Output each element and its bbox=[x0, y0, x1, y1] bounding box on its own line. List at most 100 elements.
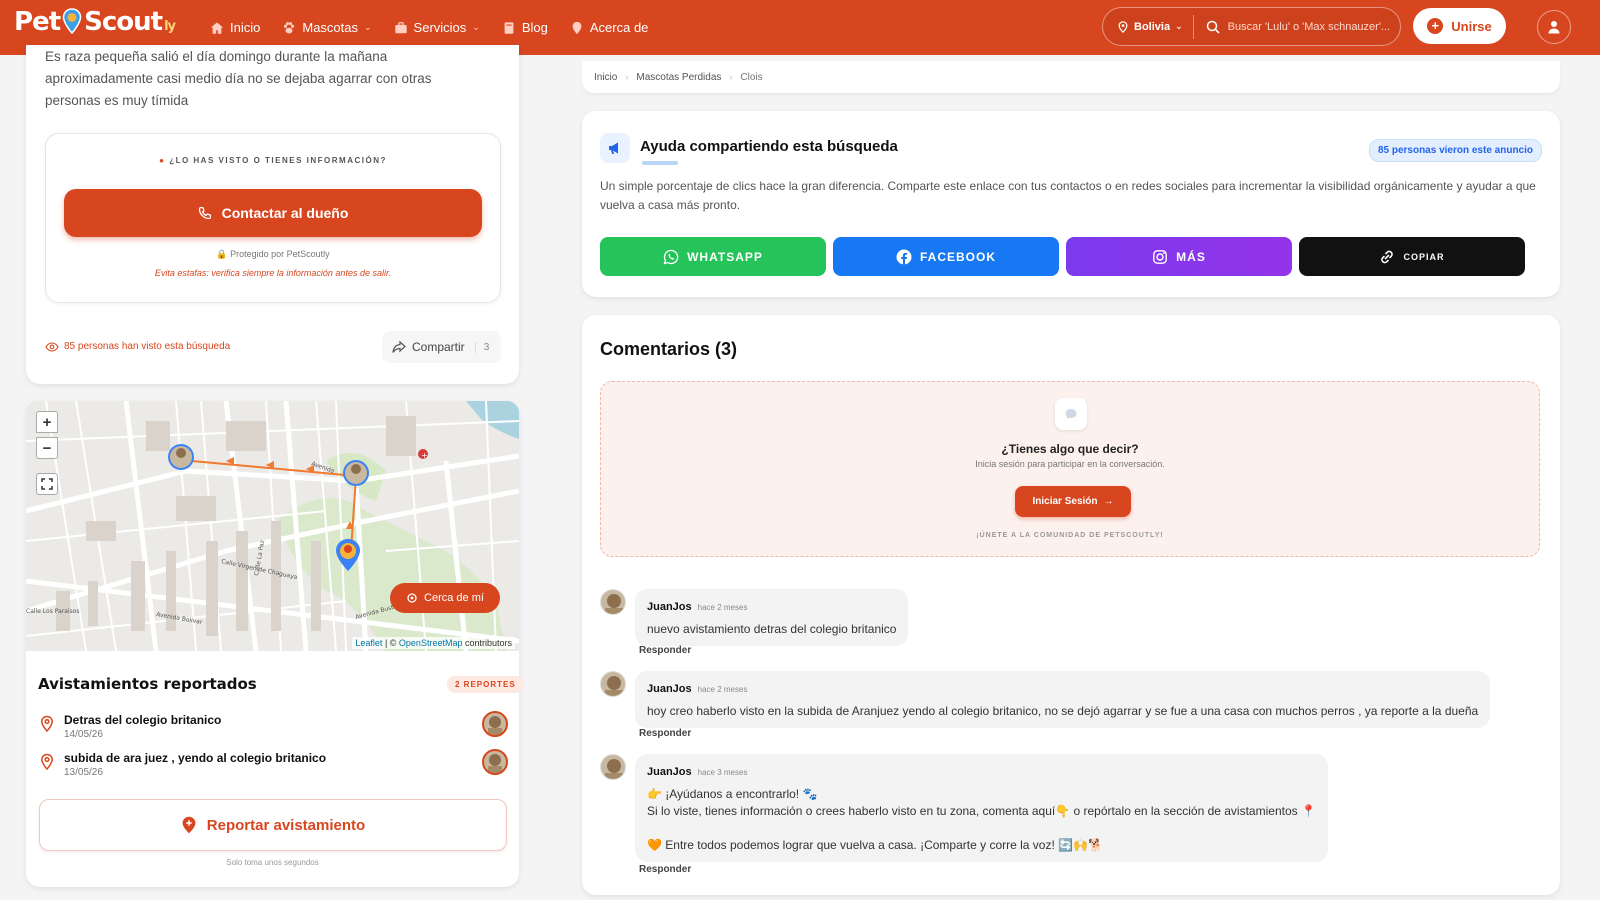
pet-description: Es raza pequeña salió el día domingo dur… bbox=[45, 49, 432, 108]
leaflet-link[interactable]: Leaflet bbox=[355, 638, 382, 648]
logo-text-scout: Scout bbox=[84, 7, 163, 37]
svg-text:+: + bbox=[421, 451, 428, 460]
link-icon bbox=[1381, 250, 1394, 263]
lock-icon: 🔒 bbox=[216, 249, 228, 259]
zoom-in-button[interactable]: + bbox=[36, 411, 58, 433]
sighting-photo[interactable] bbox=[482, 711, 508, 737]
comment-author[interactable]: JuanJos bbox=[647, 766, 692, 778]
location-selector[interactable]: Bolivia ⌄ bbox=[1103, 14, 1194, 39]
sighting-item[interactable]: Detras del colegio britanico 14/05/26 bbox=[38, 711, 508, 745]
join-button[interactable]: + Unirse bbox=[1413, 8, 1506, 44]
logo-text-ly: ly bbox=[164, 19, 176, 34]
eye-icon bbox=[45, 341, 59, 352]
more-share-button[interactable]: MÁS bbox=[1066, 237, 1292, 276]
location-pin-icon bbox=[41, 715, 53, 733]
avatar[interactable] bbox=[600, 671, 626, 697]
login-label: Iniciar Sesión bbox=[1032, 496, 1098, 507]
avatar[interactable] bbox=[600, 754, 626, 780]
contact-owner-button[interactable]: Contactar al dueño bbox=[64, 189, 482, 237]
nav-item-servicios[interactable]: Servicios ⌄ bbox=[394, 20, 480, 35]
nav-item-blog[interactable]: Blog bbox=[502, 20, 548, 35]
nav-item-mascotas[interactable]: Mascotas ⌄ bbox=[282, 20, 372, 35]
facebook-share-button[interactable]: FACEBOOK bbox=[833, 237, 1059, 276]
comment-text: hoy creo haberlo visto en la subida de A… bbox=[647, 704, 1479, 718]
location-pin-icon bbox=[1118, 20, 1128, 33]
avatar[interactable] bbox=[600, 589, 626, 615]
chevron-right-icon: › bbox=[729, 72, 733, 82]
user-menu-button[interactable] bbox=[1537, 10, 1571, 44]
contact-button-label: Contactar al dueño bbox=[221, 205, 349, 221]
location-pin-icon bbox=[41, 753, 53, 771]
protected-note: 🔒 Protegido por PetScoutly bbox=[46, 249, 500, 260]
login-button[interactable]: Iniciar Sesión → bbox=[1015, 486, 1131, 517]
home-icon bbox=[210, 21, 224, 34]
comment-bubble: JuanJos hace 2 meses nuevo avistamiento d… bbox=[635, 589, 909, 646]
comment-author[interactable]: JuanJos bbox=[647, 683, 692, 695]
title-underline bbox=[642, 161, 678, 165]
comment-bubble: JuanJos hace 2 meses hoy creo haberlo vis… bbox=[635, 671, 1491, 728]
whatsapp-share-button[interactable]: WHATSAPP bbox=[600, 237, 826, 276]
breadcrumb-item[interactable]: Inicio bbox=[594, 72, 617, 83]
nav-item-acerca[interactable]: Acerca de bbox=[570, 20, 649, 35]
share-views-badge: 85 personas vieron este anuncio bbox=[1368, 139, 1542, 162]
comment: JuanJos hace 2 meses nuevo avistamiento d… bbox=[600, 589, 1540, 669]
share-card: Ayuda compartiendo esta búsqueda 85 pers… bbox=[582, 111, 1560, 297]
login-prompt-box: ¿Tienes algo que decir? Inicia sesión pa… bbox=[600, 381, 1540, 557]
share-icon bbox=[392, 340, 406, 353]
chat-bubble-icon bbox=[1055, 398, 1087, 430]
comment-text-line: 🧡 Entre todos podemos lograr que vuelva … bbox=[647, 838, 1103, 852]
sighting-title: Detras del colegio britanico bbox=[64, 713, 222, 727]
map-tiles: + Avenida Calle Virgen de Chaguaya Calle… bbox=[26, 401, 519, 651]
near-me-button[interactable]: Cerca de mí bbox=[390, 583, 500, 613]
paw-icon bbox=[284, 21, 295, 34]
chevron-down-icon: ⌄ bbox=[1175, 21, 1183, 31]
reply-button[interactable]: Responder bbox=[639, 864, 691, 875]
phone-icon bbox=[198, 206, 211, 220]
attribution-sep: | © bbox=[382, 638, 399, 648]
logo[interactable]: Pet Scout ly bbox=[14, 4, 176, 37]
user-icon bbox=[1548, 21, 1560, 34]
share-title: Ayuda compartiendo esta búsqueda bbox=[640, 138, 898, 155]
report-sighting-button[interactable]: Reportar avistamiento bbox=[39, 799, 507, 851]
share-description: Un simple porcentaje de clics hace la gr… bbox=[600, 179, 1536, 212]
nav-label: Inicio bbox=[230, 20, 261, 35]
nav-label: Mascotas bbox=[302, 20, 358, 35]
map-view[interactable]: + Avenida Calle Virgen de Chaguaya Calle… bbox=[26, 401, 519, 651]
copy-link-button[interactable]: COPIAR bbox=[1299, 237, 1525, 276]
comment-text: nuevo avistamiento detras del colegio br… bbox=[647, 622, 897, 636]
fullscreen-button[interactable] bbox=[36, 473, 58, 495]
comment: JuanJos hace 2 meses hoy creo haberlo vis… bbox=[600, 671, 1540, 751]
contact-question: ● ¿LO HAS VISTO O TIENES INFORMACIÓN? bbox=[46, 156, 500, 165]
sighting-date: 14/05/26 bbox=[64, 729, 103, 740]
search-input[interactable] bbox=[1227, 20, 1398, 33]
reply-button[interactable]: Responder bbox=[639, 728, 691, 739]
sighting-photo[interactable] bbox=[482, 749, 508, 775]
book-icon bbox=[504, 21, 514, 34]
nav-item-inicio[interactable]: Inicio bbox=[210, 20, 260, 35]
share-label: Compartir bbox=[412, 340, 465, 354]
chevron-right-icon: › bbox=[625, 72, 629, 82]
comment-text-line: Si lo viste, tienes información o crees … bbox=[647, 804, 1316, 818]
pin-icon: ● bbox=[159, 156, 166, 165]
nav-label: Blog bbox=[521, 20, 548, 35]
comments-card: Comentarios (3) ¿Tienes algo que decir? … bbox=[582, 315, 1560, 895]
breadcrumb: Inicio › Mascotas Perdidas › Clois bbox=[582, 61, 1560, 93]
nav-label: Acerca de bbox=[589, 20, 649, 35]
whatsapp-icon bbox=[663, 249, 679, 264]
reply-button[interactable]: Responder bbox=[639, 645, 691, 656]
zoom-out-button[interactable]: − bbox=[36, 437, 58, 459]
share-button[interactable]: Compartir 3 bbox=[382, 331, 501, 363]
pet-marker bbox=[168, 444, 194, 470]
views-count: 85 personas han visto esta búsqueda bbox=[45, 341, 230, 352]
comment-time: hace 2 meses bbox=[697, 603, 748, 612]
sightings-count-badge: 2 REPORTES bbox=[447, 676, 524, 693]
more-label: MÁS bbox=[1176, 249, 1206, 264]
pet-marker bbox=[343, 460, 369, 486]
crosshair-icon bbox=[407, 593, 417, 603]
breadcrumb-item[interactable]: Mascotas Perdidas bbox=[636, 72, 721, 83]
sighting-item[interactable]: subida de ara juez , yendo al colegio br… bbox=[38, 749, 508, 783]
map-attribution: Leaflet | © OpenStreetMap contributors bbox=[352, 637, 515, 649]
comment-author[interactable]: JuanJos bbox=[647, 601, 692, 613]
facebook-icon bbox=[896, 249, 912, 264]
osm-link[interactable]: OpenStreetMap bbox=[399, 638, 463, 648]
